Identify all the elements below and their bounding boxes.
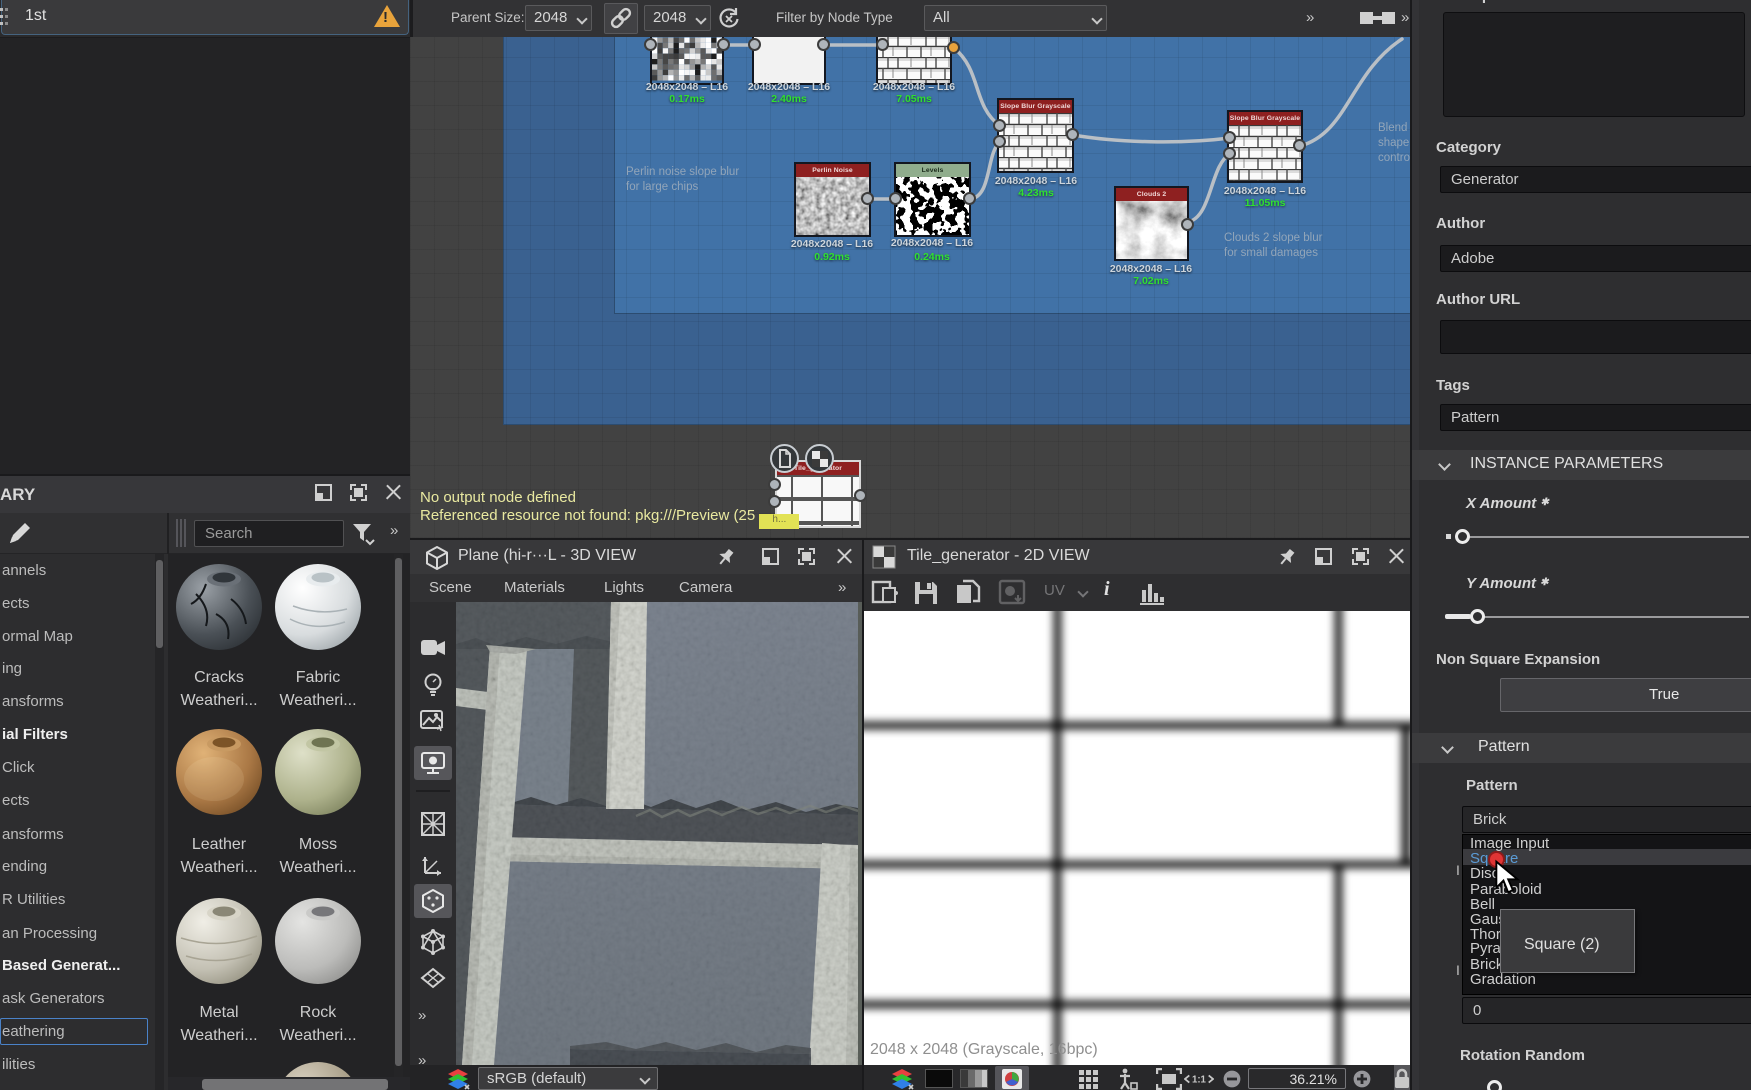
svg-text:1:1: 1:1 bbox=[1192, 1075, 1207, 1086]
